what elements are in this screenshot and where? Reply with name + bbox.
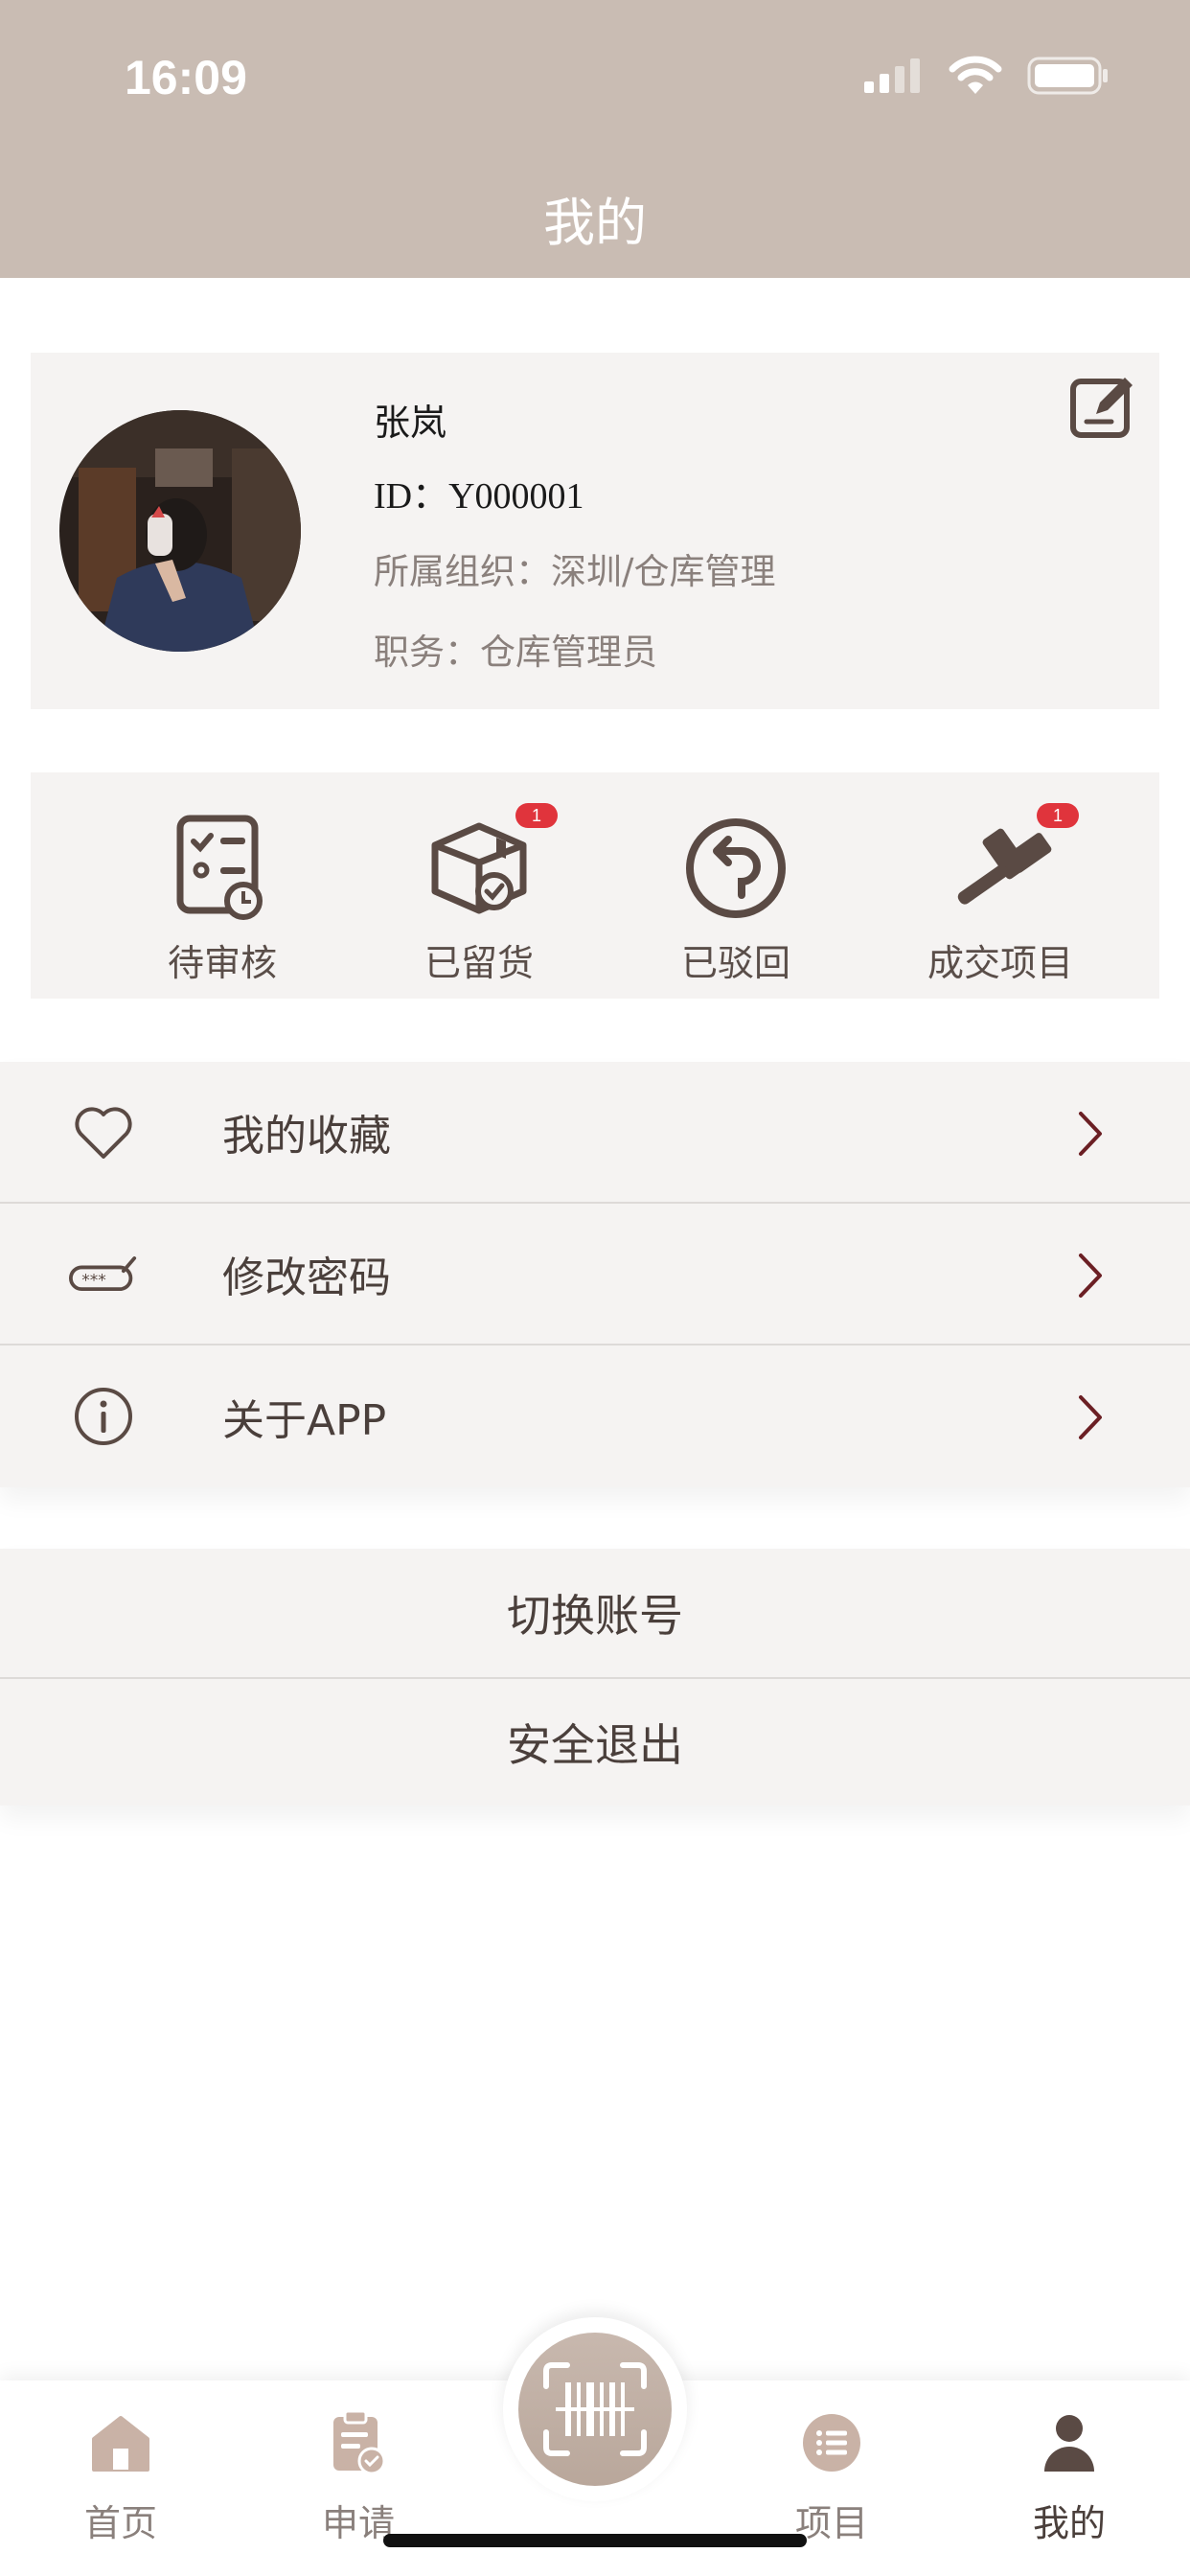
pending-review-icon bbox=[176, 815, 263, 920]
action-label: 待审核 bbox=[167, 942, 277, 984]
page-title: 我的 bbox=[543, 193, 647, 253]
profile-name: 张岚 bbox=[374, 402, 447, 444]
avatar[interactable] bbox=[59, 410, 301, 652]
password-icon: *** bbox=[69, 1256, 137, 1292]
edit-profile-button[interactable] bbox=[1067, 370, 1140, 443]
status-time: 16:09 bbox=[125, 51, 247, 104]
signal-icon bbox=[864, 58, 920, 93]
status-bar: 16:09 bbox=[0, 0, 1190, 153]
svg-text:***: *** bbox=[81, 1271, 106, 1290]
action-deal-projects[interactable]: 1 成交项目 bbox=[895, 772, 1106, 999]
profile-organization: 所属组织：深圳/仓库管理 bbox=[374, 551, 776, 592]
action-rejected[interactable]: 已驳回 bbox=[648, 772, 824, 999]
action-label: 已留货 bbox=[423, 942, 534, 984]
profile-id: ID：Y000001 bbox=[374, 476, 584, 517]
badge-count: 1 bbox=[1037, 803, 1079, 828]
barcode-scan-icon bbox=[543, 2362, 647, 2456]
info-icon bbox=[75, 1388, 132, 1445]
account-actions: 切换账号 安全退出 bbox=[0, 1549, 1190, 1806]
project-list-icon bbox=[803, 2414, 860, 2472]
tab-application[interactable]: 申请 bbox=[282, 2409, 435, 2546]
menu-item-about-app[interactable]: 关于APP bbox=[0, 1346, 1190, 1487]
tab-label: 首页 bbox=[83, 2502, 157, 2544]
tab-label: 我的 bbox=[1032, 2502, 1106, 2544]
action-label: 已驳回 bbox=[680, 942, 790, 984]
menu-item-label: 我的收藏 bbox=[222, 1112, 391, 1161]
menu-item-label: 关于APP bbox=[222, 1396, 387, 1445]
heart-icon bbox=[75, 1107, 132, 1159]
logout-button[interactable]: 安全退出 bbox=[0, 1677, 1190, 1806]
home-icon bbox=[92, 2416, 149, 2472]
scan-button-holder bbox=[503, 2317, 687, 2501]
menu-item-label: 修改密码 bbox=[222, 1254, 391, 1302]
application-icon bbox=[333, 2409, 386, 2475]
menu-item-favorites[interactable]: 我的收藏 bbox=[0, 1062, 1190, 1204]
switch-account-button[interactable]: 切换账号 bbox=[0, 1549, 1190, 1677]
quick-actions: 待审核 1 已留货 已驳回 1 成交项目 bbox=[31, 772, 1159, 999]
chevron-right-icon bbox=[1079, 1395, 1102, 1439]
edit-icon bbox=[1070, 378, 1133, 438]
status-icons bbox=[862, 56, 1110, 96]
scan-button[interactable] bbox=[518, 2333, 672, 2486]
reserved-goods-icon bbox=[431, 822, 527, 914]
tab-home[interactable]: 首页 bbox=[44, 2409, 197, 2546]
profile-role: 职务：仓库管理员 bbox=[374, 632, 657, 673]
user-icon bbox=[1044, 2415, 1094, 2472]
wifi-icon bbox=[949, 56, 1002, 94]
profile-card: 张岚 ID：Y000001 所属组织：深圳/仓库管理 职务：仓库管理员 bbox=[31, 353, 1159, 709]
home-indicator bbox=[383, 2534, 807, 2547]
menu-item-change-password[interactable]: *** 修改密码 bbox=[0, 1204, 1190, 1346]
badge-count: 1 bbox=[515, 803, 558, 828]
chevron-right-icon bbox=[1079, 1112, 1102, 1156]
rejected-icon bbox=[686, 818, 786, 918]
action-pending-review[interactable]: 待审核 bbox=[134, 772, 310, 999]
tab-projects[interactable]: 项目 bbox=[755, 2409, 908, 2546]
tab-mine[interactable]: 我的 bbox=[993, 2409, 1146, 2546]
settings-menu: 我的收藏 *** 修改密码 关于APP bbox=[0, 1062, 1190, 1487]
action-reserved-goods[interactable]: 1 已留货 bbox=[391, 772, 567, 999]
action-label: 成交项目 bbox=[927, 942, 1073, 984]
battery-icon bbox=[1027, 57, 1108, 95]
auction-gavel-icon bbox=[957, 828, 1052, 905]
chevron-right-icon bbox=[1079, 1254, 1102, 1298]
nav-bar: 我的 bbox=[0, 153, 1190, 278]
